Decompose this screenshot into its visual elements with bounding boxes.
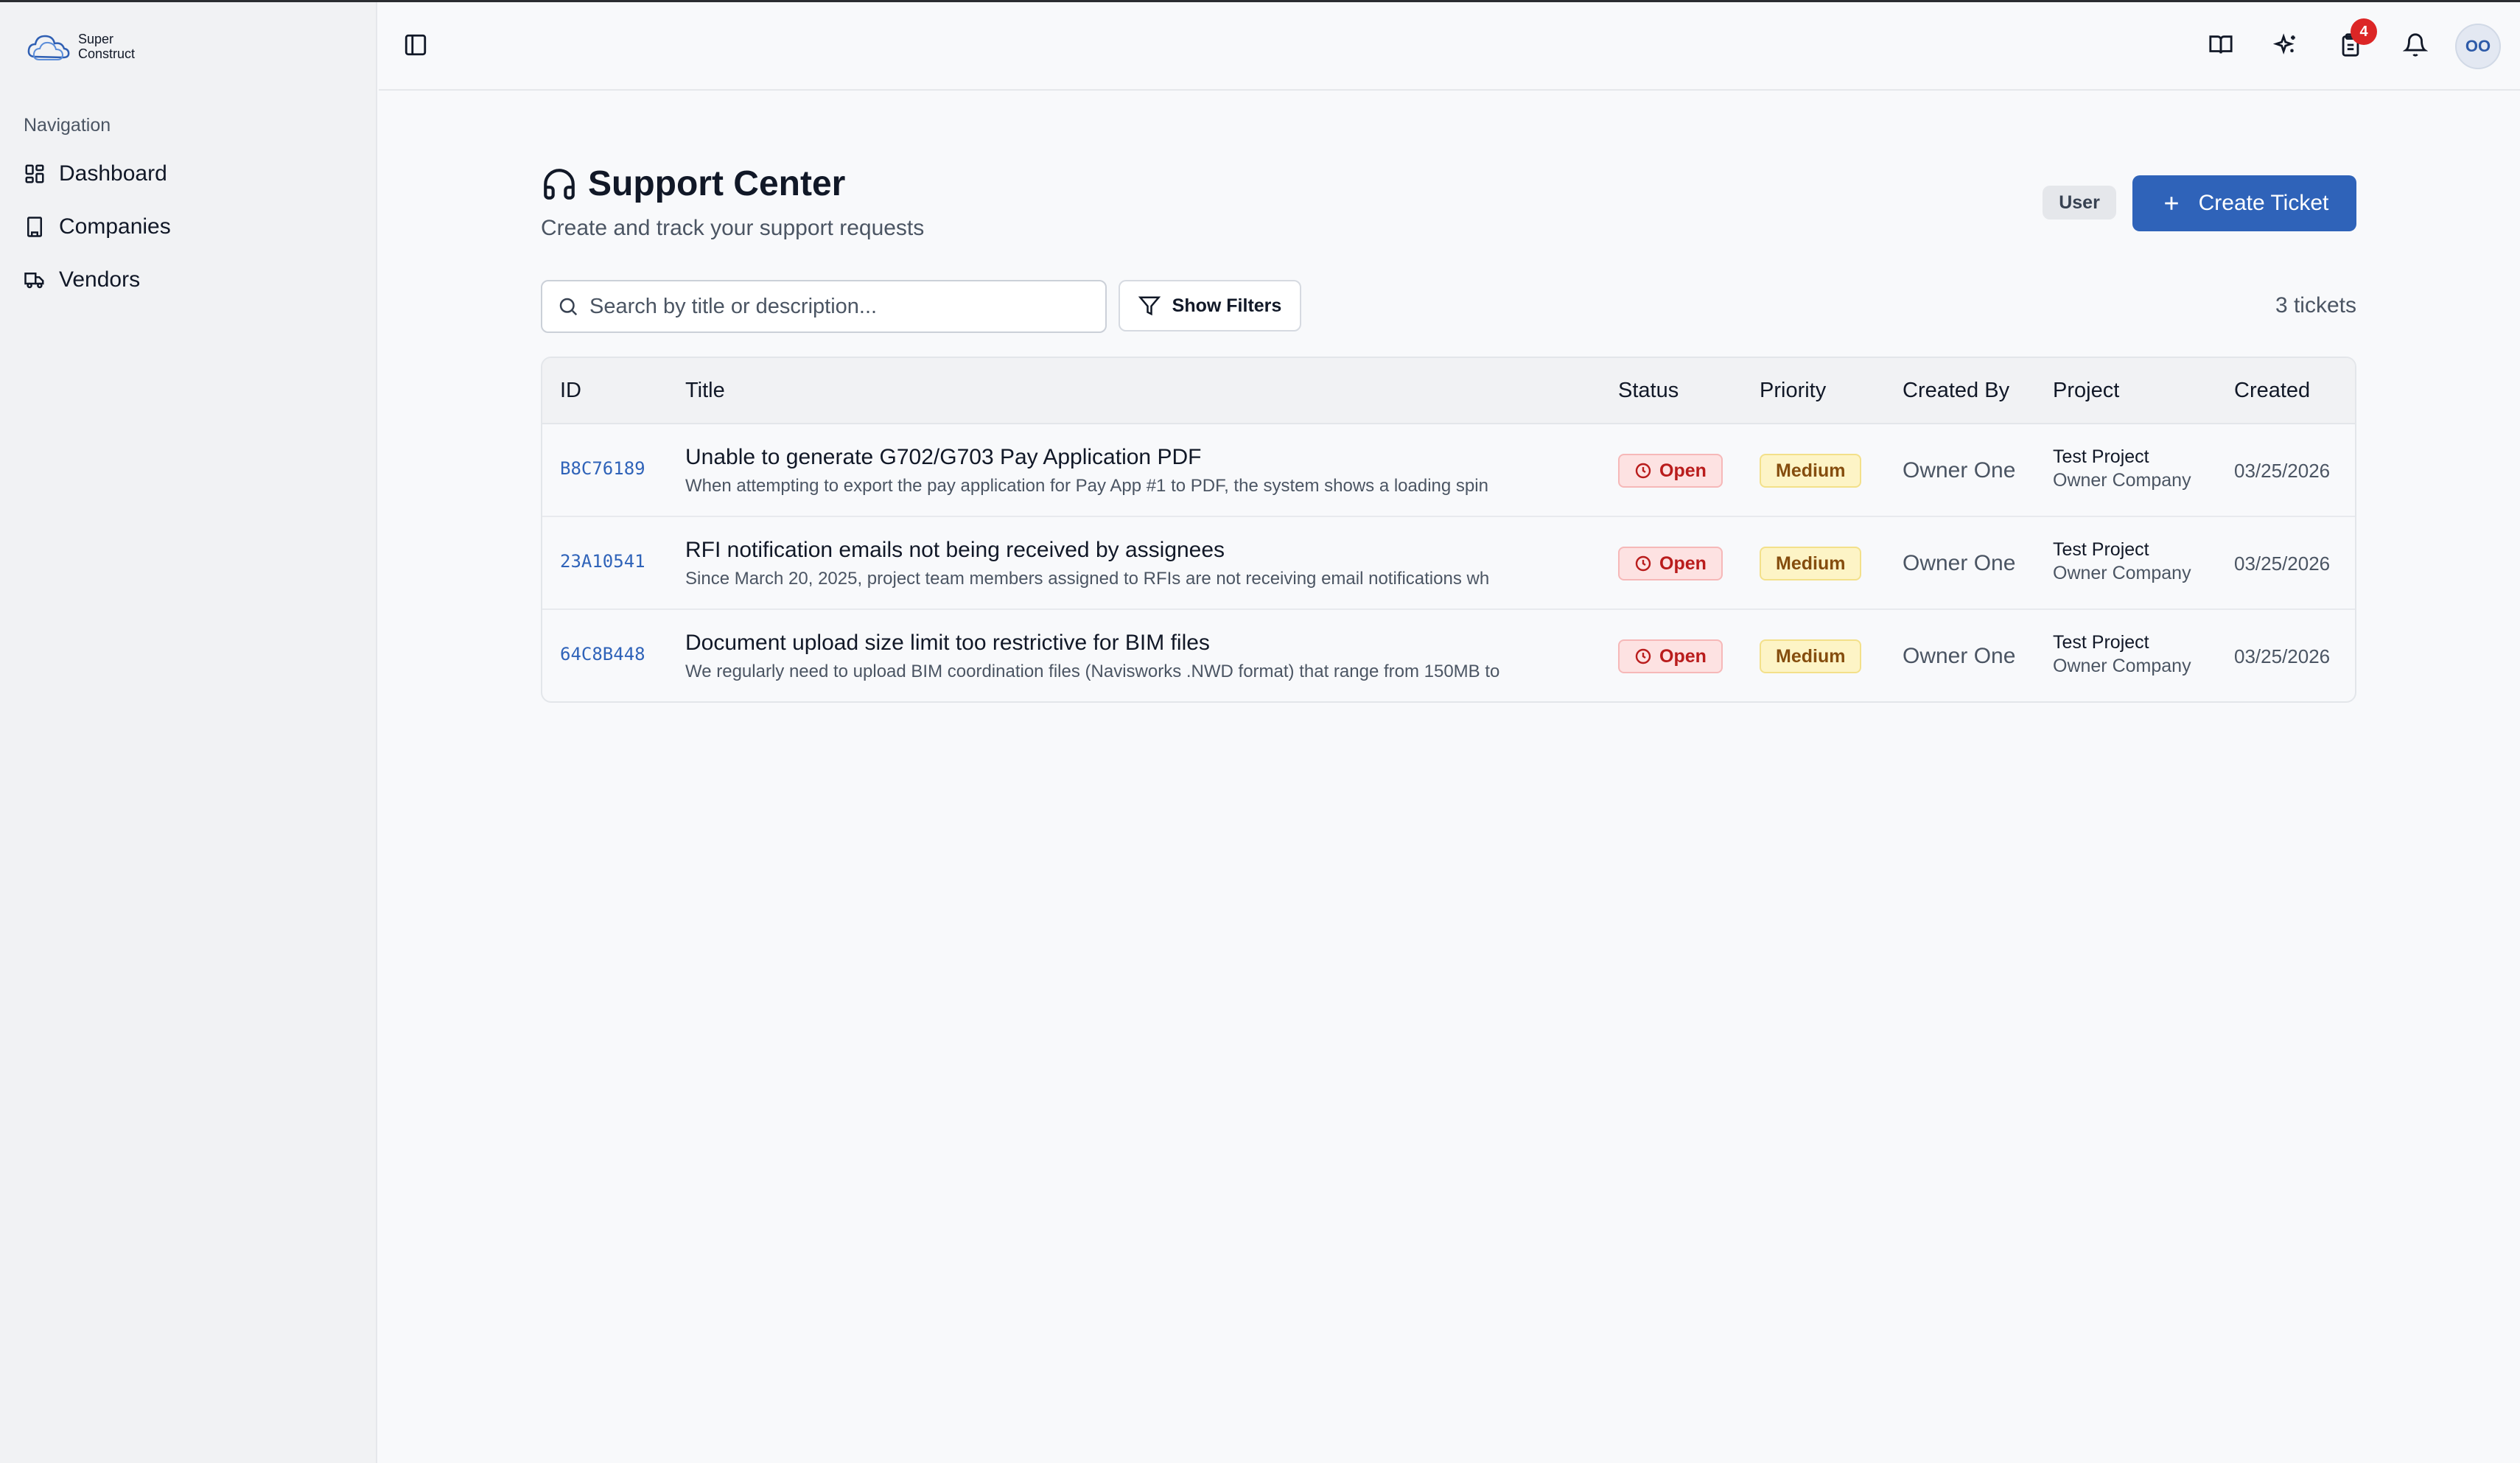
sidebar-item-label: Vendors <box>59 267 141 292</box>
create-ticket-label: Create Ticket <box>2198 191 2329 215</box>
book-icon <box>2209 35 2233 54</box>
docs-button[interactable] <box>2199 23 2243 67</box>
created-by: Owner One <box>1903 644 2016 668</box>
search-input[interactable] <box>589 294 1091 319</box>
role-badge: User <box>2043 186 2116 220</box>
table-row[interactable]: B8C76189 Unable to generate G702/G703 Pa… <box>542 424 2355 517</box>
page-title: Support Center <box>588 164 846 203</box>
ticket-id[interactable]: 64C8B448 <box>560 644 645 664</box>
project-name: Test Project <box>2053 446 2149 467</box>
sidebar-item-companies[interactable]: Companies <box>24 206 355 248</box>
project-name: Test Project <box>2053 632 2149 653</box>
status-label: Open <box>1659 552 1707 574</box>
logo-text: Super Construct <box>78 32 135 61</box>
column-header-project[interactable]: Project <box>2053 379 2119 403</box>
sidebar: Super Construct Navigation Dashboard Com… <box>0 2 377 1463</box>
tasks-button[interactable]: 4 <box>2328 18 2377 67</box>
building-icon <box>27 217 42 237</box>
nav-heading: Navigation <box>24 115 111 136</box>
priority-badge: Medium <box>1760 639 1862 673</box>
user-avatar[interactable]: OO <box>2455 24 2501 69</box>
headphones-icon <box>544 168 575 200</box>
tickets-table: ID Title Status Priority Created By Proj… <box>541 357 2356 703</box>
project-name: Test Project <box>2053 539 2149 560</box>
status-badge: Open <box>1618 547 1723 580</box>
company-name: Owner Company <box>2053 563 2191 583</box>
created-by: Owner One <box>1903 458 2016 483</box>
sidebar-item-dashboard[interactable]: Dashboard <box>24 153 355 194</box>
logo-line-2: Construct <box>78 46 136 61</box>
column-header-title[interactable]: Title <box>685 379 725 403</box>
created-by: Owner One <box>1903 551 2016 575</box>
notification-count-badge: 4 <box>2351 18 2377 45</box>
dashboard-icon <box>25 164 44 183</box>
ticket-description: We regularly need to upload BIM coordina… <box>685 662 1500 681</box>
created-date: 03/25/2026 <box>2234 645 2331 667</box>
ai-assistant-button[interactable] <box>2264 23 2308 67</box>
sidebar-item-label: Companies <box>59 214 171 239</box>
truck-icon <box>24 273 44 289</box>
bell-icon <box>2403 33 2428 57</box>
search-box[interactable] <box>541 280 1107 333</box>
clock-icon <box>1635 648 1651 664</box>
sidebar-item-label: Dashboard <box>59 161 167 186</box>
company-name: Owner Company <box>2053 470 2191 491</box>
ticket-id[interactable]: B8C76189 <box>560 458 645 479</box>
ticket-id[interactable]: 23A10541 <box>560 551 645 572</box>
top-header: 4 OO <box>379 2 2520 91</box>
notifications-button[interactable] <box>2393 23 2437 67</box>
column-header-status[interactable]: Status <box>1618 379 1679 403</box>
column-header-priority[interactable]: Priority <box>1760 379 1826 403</box>
status-badge: Open <box>1618 639 1723 673</box>
page-title-block: Support Center <box>541 164 845 204</box>
clock-icon <box>1635 463 1651 479</box>
ticket-title[interactable]: Unable to generate G702/G703 Pay Applica… <box>685 445 1201 470</box>
ticket-description: Since March 20, 2025, project team membe… <box>685 569 1490 589</box>
sidebar-toggle-button[interactable] <box>393 23 438 67</box>
app-logo[interactable]: Super Construct <box>25 27 135 66</box>
table-row[interactable]: 64C8B448 Document upload size limit too … <box>542 610 2355 701</box>
sidebar-item-vendors[interactable]: Vendors <box>24 259 355 301</box>
column-header-created[interactable]: Created <box>2234 379 2310 403</box>
column-header-id[interactable]: ID <box>560 379 581 403</box>
search-icon <box>559 298 578 316</box>
status-label: Open <box>1659 460 1707 481</box>
ticket-description: When attempting to export the pay applic… <box>685 476 1488 496</box>
table-row[interactable]: 23A10541 RFI notification emails not bei… <box>542 517 2355 610</box>
filter-icon <box>1138 296 1161 316</box>
column-header-created-by[interactable]: Created By <box>1903 379 2009 403</box>
company-name: Owner Company <box>2053 656 2191 676</box>
sparkles-icon <box>2273 33 2295 55</box>
sidebar-toggle-icon <box>405 34 427 56</box>
show-filters-button[interactable]: Show Filters <box>1119 280 1301 331</box>
table-header: ID Title Status Priority Created By Proj… <box>542 358 2355 424</box>
show-filters-label: Show Filters <box>1172 295 1282 316</box>
plus-icon <box>2164 197 2178 210</box>
cloud-logo-icon <box>27 35 70 60</box>
ticket-count: 3 tickets <box>2275 293 2356 317</box>
ticket-title[interactable]: Document upload size limit too restricti… <box>685 631 1210 656</box>
status-badge: Open <box>1618 454 1723 488</box>
ticket-title[interactable]: RFI notification emails not being receiv… <box>685 538 1225 563</box>
status-label: Open <box>1659 645 1707 667</box>
created-date: 03/25/2026 <box>2234 552 2331 575</box>
page-subtitle: Create and track your support requests <box>541 216 925 240</box>
create-ticket-button[interactable]: Create Ticket <box>2132 175 2356 231</box>
priority-badge: Medium <box>1760 547 1862 580</box>
priority-badge: Medium <box>1760 454 1862 488</box>
created-date: 03/25/2026 <box>2234 460 2331 482</box>
logo-line-1: Super <box>78 32 114 46</box>
clock-icon <box>1635 555 1651 572</box>
